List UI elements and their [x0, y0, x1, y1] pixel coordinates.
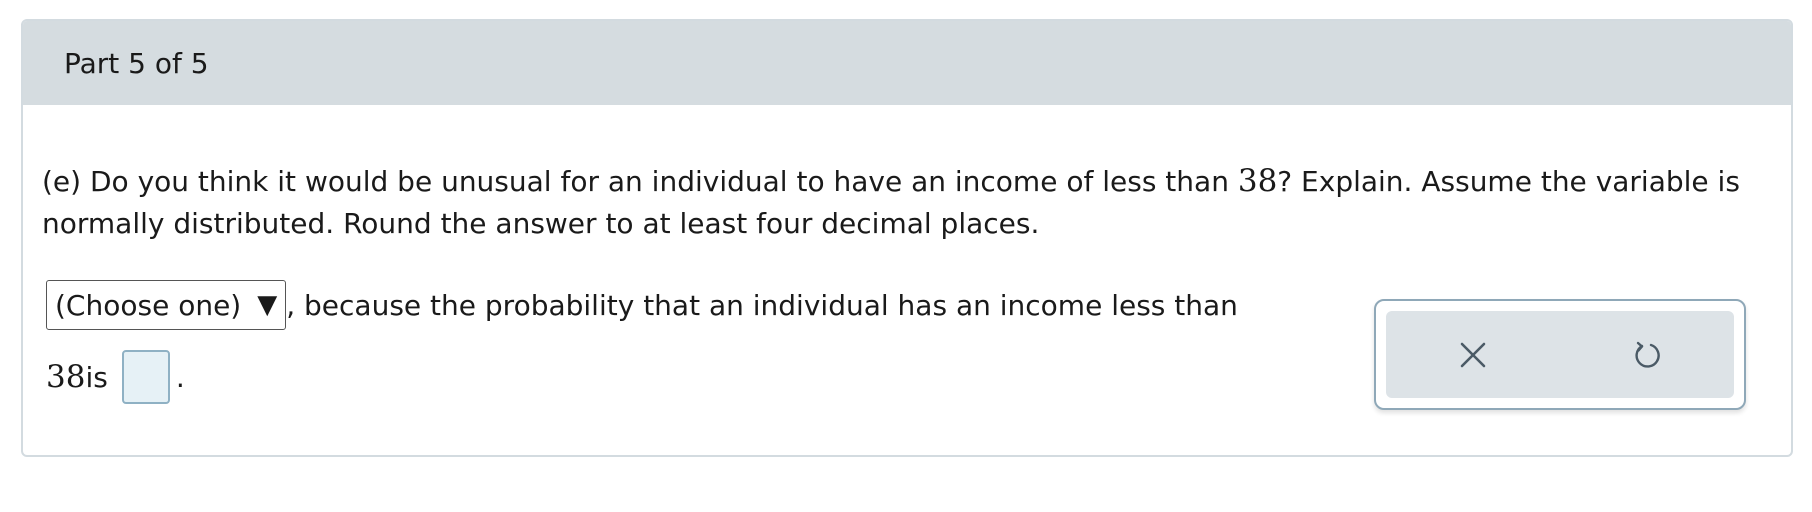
part-label: Part 5 of 5	[64, 46, 209, 80]
dropdown-selected-value: (Choose one)	[55, 288, 242, 322]
question-text: (e) Do you think it would be unusual for…	[42, 160, 1742, 245]
choose-one-dropdown[interactable]: (Choose one) ▼	[46, 280, 287, 330]
undo-icon	[1635, 341, 1660, 368]
question-prefix: (e) Do you think it would be unusual for…	[42, 165, 1238, 198]
answer-tools-inner	[1386, 311, 1734, 398]
close-icon	[1460, 342, 1486, 367]
answer-text-1: , because the probability that an indivi…	[286, 288, 1238, 322]
clear-button[interactable]	[1443, 325, 1503, 385]
answer-period: .	[175, 360, 185, 394]
answer-tools-panel	[1374, 299, 1746, 410]
answer-text-2: is	[85, 360, 108, 394]
answer-line-2: 38 is .	[46, 350, 185, 404]
undo-button[interactable]	[1617, 325, 1677, 385]
card-header: Part 5 of 5	[23, 21, 1791, 105]
question-value: 38	[1237, 163, 1278, 199]
answer-value: 38	[46, 359, 86, 395]
answer-line-1: (Choose one) ▼ , because the probability…	[46, 280, 1238, 330]
dropdown-arrow-icon: ▼	[257, 290, 278, 320]
probability-input[interactable]	[121, 350, 170, 404]
